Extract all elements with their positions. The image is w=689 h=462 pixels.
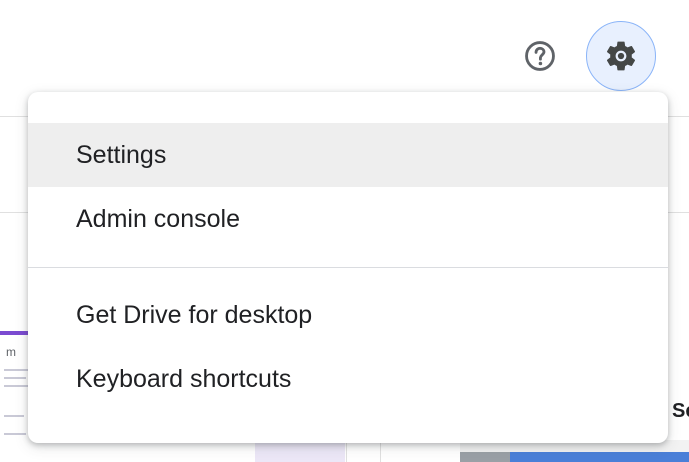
menu-item-label: Settings [76,140,167,169]
menu-item-label: Get Drive for desktop [76,300,313,329]
gear-icon [603,38,639,74]
thumbnail-line [4,433,26,435]
file-thumbnail[interactable] [255,440,345,462]
thumbnail-cell [510,452,689,462]
help-button[interactable] [512,28,568,84]
thumbnail-partial-text: m [6,345,16,359]
menu-item-label: Admin console [76,204,240,233]
menu-item-get-drive-for-desktop[interactable]: Get Drive for desktop [28,283,668,347]
menu-item-label: Keyboard shortcuts [76,364,292,393]
thumbnail-cell [460,452,510,462]
menu-divider [28,267,668,268]
thumbnail-line [4,415,24,417]
menu-item-settings[interactable]: Settings [28,123,668,187]
help-circle-icon [523,39,557,73]
thumbnail-partial-text: Sc [672,400,689,422]
thumbnail-line [4,385,28,387]
settings-button[interactable] [586,21,656,91]
file-thumbnail[interactable] [460,440,689,462]
thumbnail-line [4,377,26,379]
menu-item-admin-console[interactable]: Admin console [28,187,668,251]
menu-item-keyboard-shortcuts[interactable]: Keyboard shortcuts [28,347,668,411]
settings-menu: Settings Admin console Get Drive for des… [28,92,668,443]
thumbnail-line [4,369,30,371]
